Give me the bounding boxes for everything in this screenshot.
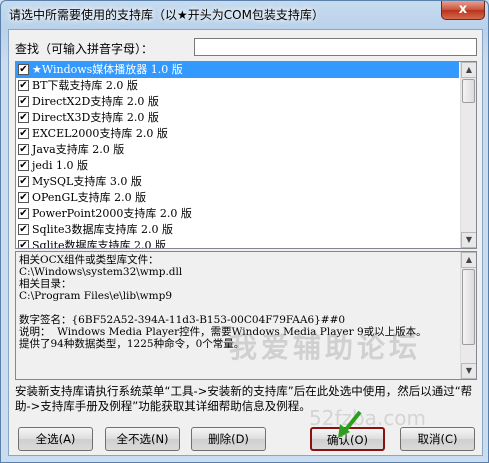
cancel-button[interactable]: 取消(C) (400, 427, 475, 451)
library-item-checkbox[interactable]: ✔ (18, 192, 29, 203)
library-item[interactable]: ✔ EXCEL2000支持库 2.0 版 (16, 126, 459, 142)
info-line: 数字签名：{6BF52A52-394A-11d3-B153-00C04F79FA… (19, 314, 346, 326)
library-list-scrollbar[interactable]: ▲ ▼ (460, 62, 476, 248)
info-line: 相关OCX组件或类型库文件： (19, 254, 159, 266)
library-item-checkbox[interactable]: ✔ (18, 96, 29, 107)
library-item-checkbox[interactable]: ✔ (18, 80, 29, 91)
library-item-label: ★Windows媒体播放器 1.0 版 (32, 63, 183, 76)
watermark-text: 我爱辅助论坛 (229, 331, 422, 364)
library-item-checkbox[interactable]: ✔ (18, 176, 29, 187)
scroll-up-icon[interactable]: ▲ (461, 62, 476, 78)
library-item[interactable]: ✔ DirectX3D支持库 2.0 版 (16, 110, 459, 126)
library-item-label: DirectX2D支持库 2.0 版 (32, 95, 159, 108)
close-button[interactable]: x (441, 1, 485, 20)
scroll-thumb[interactable] (462, 79, 475, 103)
library-item-checkbox[interactable]: ✔ (18, 240, 29, 248)
library-item[interactable]: ✔ jedi 1.0 版 (16, 158, 459, 174)
install-hint: 安装新支持库请执行系统菜单“工具->安装新的支持库”后在此处选中使用，然后以通过… (15, 384, 473, 413)
library-item-label: EXCEL2000支持库 2.0 版 (32, 127, 168, 140)
title-bar[interactable]: 请选中所需要使用的支持库（以★开头为COM包装支持库） x (1, 1, 488, 29)
library-item-checkbox[interactable]: ✔ (18, 224, 29, 235)
library-item-label: Java支持库 2.0 版 (32, 143, 125, 156)
search-label: 查找（可输入拼音字母）： (15, 42, 154, 56)
library-item-checkbox[interactable]: ✔ (18, 112, 29, 123)
library-list[interactable]: ✔ ★Windows媒体播放器 1.0 版 ✔ BT下载支持库 2.0 版 ✔ Direc… (15, 61, 477, 249)
pointer-arrow-icon (338, 410, 362, 438)
dialog-window: 请选中所需要使用的支持库（以★开头为COM包装支持库） x 查找（可输入拼音字母… (0, 0, 489, 463)
library-item-label: Sqlite3数据库支持库 2.0 版 (32, 223, 174, 236)
library-item-label: MySQL支持库 3.0 版 (32, 175, 142, 188)
library-item[interactable]: ✔ PowerPoint2000支持库 2.0 版 (16, 206, 459, 222)
info-scroll-thumb[interactable] (462, 269, 475, 345)
close-icon: x (458, 2, 468, 17)
library-item-checkbox[interactable]: ✔ (18, 144, 29, 155)
window-title: 请选中所需要使用的支持库（以★开头为COM包装支持库） (9, 8, 324, 22)
library-item-label: PowerPoint2000支持库 2.0 版 (32, 207, 192, 220)
library-item-checkbox[interactable]: ✔ (18, 64, 29, 75)
library-item-label: jedi 1.0 版 (32, 159, 88, 172)
select-none-button[interactable]: 全不选(N) (105, 427, 180, 451)
info-scrollbar[interactable]: ▲ ▼ (460, 252, 476, 379)
delete-button[interactable]: 删除(D) (191, 427, 266, 451)
library-list-rows: ✔ ★Windows媒体播放器 1.0 版 ✔ BT下载支持库 2.0 版 ✔ Direc… (16, 62, 459, 249)
library-item[interactable]: ✔ MySQL支持库 3.0 版 (16, 174, 459, 190)
info-line: C:\Windows\system32\wmp.dll (19, 266, 183, 278)
library-item[interactable]: ✔ Java支持库 2.0 版 (16, 142, 459, 158)
info-line: 相关目录： (19, 278, 72, 290)
library-item-checkbox[interactable]: ✔ (18, 128, 29, 139)
library-item-checkbox[interactable]: ✔ (18, 160, 29, 171)
library-item-label: DirectX3D支持库 2.0 版 (32, 111, 159, 124)
info-scroll-down-icon[interactable]: ▼ (461, 363, 476, 379)
info-scroll-up-icon[interactable]: ▲ (461, 252, 476, 268)
info-line: C:\Program Files\e\lib\wmp9 (19, 290, 173, 302)
library-item[interactable]: ✔ ★Windows媒体播放器 1.0 版 (16, 62, 459, 78)
library-item[interactable]: ✔ Sqlite数据库支持库 2.0 版 (16, 238, 459, 249)
scroll-down-icon[interactable]: ▼ (461, 232, 476, 248)
dialog-client: 查找（可输入拼音字母）： ✔ ★Windows媒体播放器 1.0 版 ✔ BT下载支持… (8, 29, 483, 456)
library-item-label: OPenGL支持库 2.0 版 (32, 191, 147, 204)
library-item[interactable]: ✔ BT下载支持库 2.0 版 (16, 78, 459, 94)
library-item[interactable]: ✔ OPenGL支持库 2.0 版 (16, 190, 459, 206)
library-item-label: BT下载支持库 2.0 版 (32, 79, 138, 92)
library-item-checkbox[interactable]: ✔ (18, 208, 29, 219)
library-item-label: Sqlite数据库支持库 2.0 版 (32, 239, 167, 249)
library-item[interactable]: ✔ Sqlite3数据库支持库 2.0 版 (16, 222, 459, 238)
library-item[interactable]: ✔ DirectX2D支持库 2.0 版 (16, 94, 459, 110)
select-all-button[interactable]: 全选(A) (18, 427, 93, 451)
search-input[interactable] (194, 38, 477, 56)
info-line (19, 302, 455, 314)
